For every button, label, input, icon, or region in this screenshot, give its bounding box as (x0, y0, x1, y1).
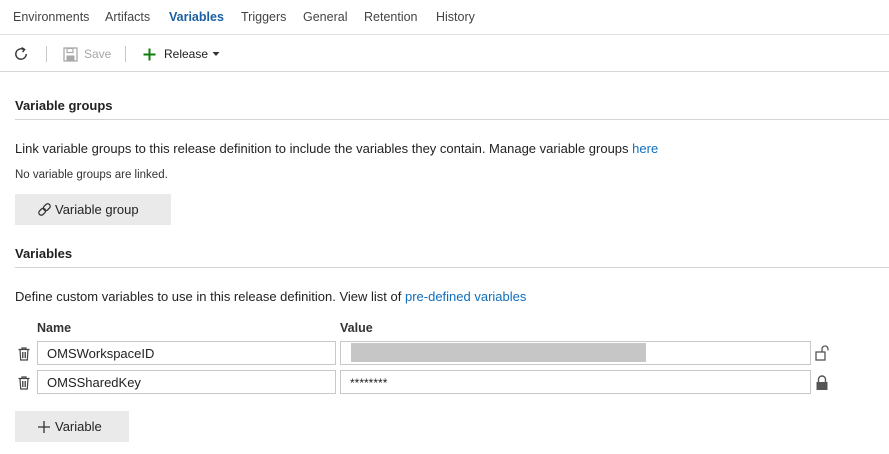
save-button[interactable]: Save (63, 36, 111, 72)
add-variable-button[interactable]: Variable (15, 411, 129, 442)
refresh-button[interactable] (12, 36, 30, 72)
add-variable-group-label: Variable group (55, 202, 139, 217)
add-variable-group-button[interactable]: Variable group (15, 194, 171, 225)
toolbar-divider (46, 46, 47, 62)
plus-icon (143, 48, 156, 60)
tab-general[interactable]: General (303, 10, 347, 24)
tab-variables[interactable]: Variables (169, 10, 224, 24)
section-divider (15, 267, 889, 268)
release-label: Release (164, 47, 209, 61)
save-icon (63, 46, 78, 62)
variable-name-input[interactable]: OMSWorkspaceID (37, 341, 336, 365)
tab-bar: Environments Artifacts Variables Trigger… (0, 0, 889, 35)
variables-heading: Variables (15, 246, 73, 261)
save-label: Save (84, 47, 112, 61)
variables-description: Define custom variables to use in this r… (15, 289, 526, 304)
variables-description-text: Define custom variables to use in this r… (15, 289, 405, 304)
tab-artifacts[interactable]: Artifacts (105, 10, 150, 24)
variable-groups-description-text: Link variable groups to this release def… (15, 141, 633, 156)
unlock-icon[interactable] (815, 345, 829, 361)
tab-triggers[interactable]: Triggers (241, 10, 286, 24)
tab-history[interactable]: History (436, 10, 475, 24)
predefined-variables-link[interactable]: pre-defined variables (405, 289, 526, 304)
caret-down-icon (212, 52, 220, 56)
value-column-header: Value (340, 321, 373, 335)
toolbar: Save Release (0, 36, 889, 72)
variable-groups-description: Link variable groups to this release def… (15, 141, 658, 156)
variable-value-input[interactable]: ******** (340, 370, 811, 394)
link-icon (38, 203, 51, 216)
variable-groups-heading: Variable groups (15, 98, 113, 113)
no-groups-note: No variable groups are linked. (15, 169, 168, 181)
tab-retention[interactable]: Retention (364, 10, 418, 24)
redacted-value (351, 343, 646, 362)
lock-icon[interactable] (815, 375, 829, 391)
variable-name-input[interactable]: OMSSharedKey (37, 370, 336, 394)
delete-icon[interactable] (16, 346, 32, 362)
section-divider (15, 119, 889, 120)
manage-groups-link[interactable]: here (632, 141, 658, 156)
delete-icon[interactable] (16, 375, 32, 391)
variable-value-input[interactable] (340, 341, 811, 365)
tab-environments[interactable]: Environments (13, 10, 89, 24)
name-column-header: Name (37, 321, 72, 335)
plus-icon (38, 420, 50, 433)
release-button[interactable]: Release (142, 36, 221, 72)
toolbar-divider (125, 46, 126, 62)
add-variable-label: Variable (55, 419, 102, 434)
refresh-icon (15, 46, 27, 60)
